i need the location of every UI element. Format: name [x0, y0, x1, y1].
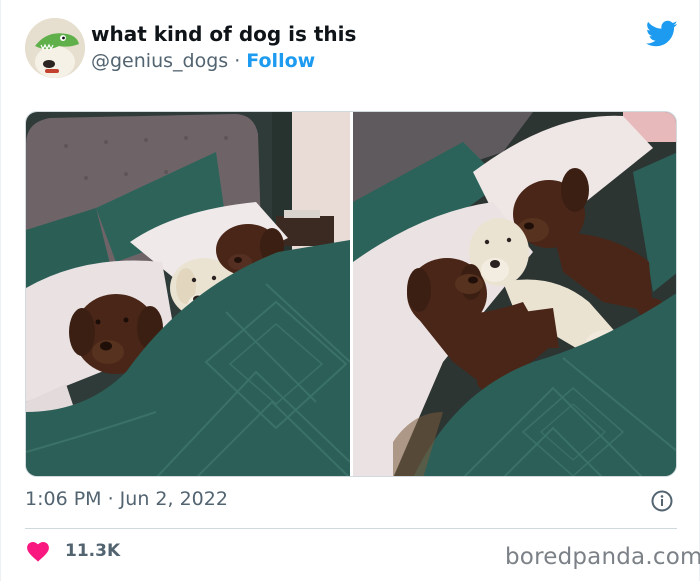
avatar-image [25, 18, 85, 78]
twitter-bird-icon[interactable] [646, 20, 678, 48]
display-name[interactable]: what kind of dog is this [91, 22, 356, 46]
heart-icon[interactable] [27, 542, 49, 562]
follow-button[interactable]: Follow [246, 50, 315, 72]
user-handle[interactable]: @genius_dogs [91, 50, 228, 72]
photo-dogs-on-bed-right[interactable] [353, 112, 677, 477]
photo-dogs-on-bed-left[interactable] [26, 112, 350, 477]
watermark: boredpanda.com [505, 544, 700, 570]
tweet-card: what kind of dog is this @genius_dogs · … [0, 0, 700, 581]
handle-row: @genius_dogs · Follow [91, 50, 315, 72]
separator-dot: · [234, 50, 241, 72]
like-count[interactable]: 11.3K [65, 541, 120, 561]
avatar[interactable] [25, 18, 85, 78]
info-icon[interactable] [651, 490, 673, 512]
divider [25, 528, 677, 529]
media-grid [25, 111, 677, 477]
tweet-timestamp[interactable]: 1:06 PM · Jun 2, 2022 [25, 488, 228, 510]
